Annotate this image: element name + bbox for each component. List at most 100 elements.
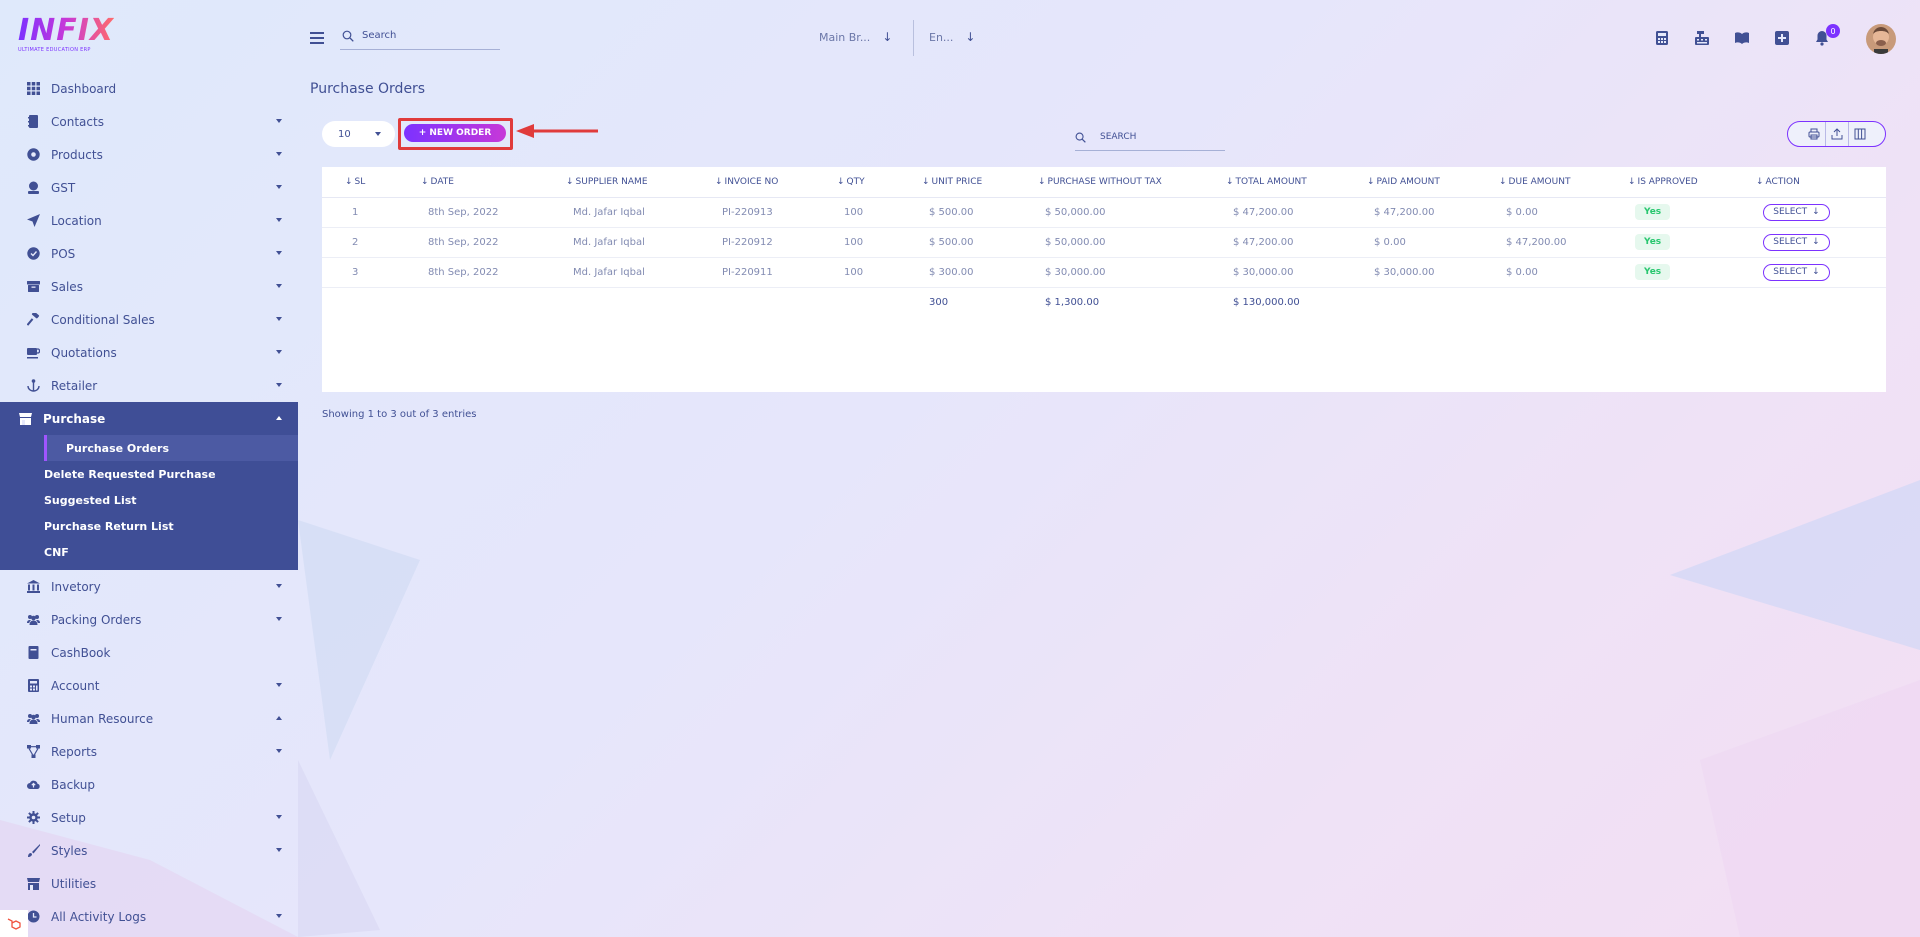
sidebar-item-account[interactable]: Account (0, 669, 298, 702)
sidebar-item-backup[interactable]: Backup (0, 768, 298, 801)
purchase-orders-table: ↓ SL ↓ DATE ↓ SUPPLIER NAME ↓ INVOICE NO ↓ QTY ↓ UN… (322, 167, 1886, 392)
sidebar-item-quotations[interactable]: Quotations (0, 336, 298, 369)
table-cell: $ 30,000.00 (1226, 257, 1367, 288)
sidebar-item-label: Human Resource (51, 711, 154, 726)
book-icon[interactable] (1732, 28, 1752, 48)
select-label: SELECT (1773, 237, 1808, 247)
sidebar-subitem-purchase-orders[interactable]: Purchase Orders (44, 435, 298, 461)
global-search-input[interactable] (362, 30, 482, 41)
sidebar-item-label: CashBook (51, 645, 111, 660)
page-size-select[interactable]: 10 (322, 121, 395, 147)
column-header-unit-price[interactable]: ↓ UNIT PRICE (922, 167, 1038, 198)
column-header-is-approved[interactable]: ↓ IS APPROVED (1628, 167, 1756, 198)
caret-down-icon (276, 152, 282, 156)
select-action-button[interactable]: SELECT ↓ (1763, 233, 1830, 251)
caret-down-icon (276, 914, 282, 918)
sidebar-item-contacts[interactable]: Contacts (0, 105, 298, 138)
language-select-value: En... (929, 30, 954, 44)
table-cell: 8th Sep, 2022 (421, 197, 566, 228)
cash-register-icon[interactable] (1692, 28, 1712, 48)
sidebar-item-location[interactable]: Location (0, 204, 298, 237)
sidebar-item-utilities[interactable]: Utilities (0, 867, 298, 900)
branch-select[interactable]: Main Br... ↓ (819, 30, 892, 44)
column-header-label: SL (354, 176, 366, 187)
sort-arrow-icon: ↓ (1226, 176, 1234, 187)
column-header-action[interactable]: ↓ ACTION (1756, 167, 1886, 198)
column-header-label: DUE AMOUNT (1508, 176, 1571, 187)
laravel-logo-icon[interactable] (0, 910, 28, 937)
table-cell: $ 0.00 (1499, 257, 1628, 288)
table-cell: $ 500.00 (922, 197, 1038, 228)
column-header-label: UNIT PRICE (931, 176, 983, 187)
sidebar-item-setup[interactable]: Setup (0, 801, 298, 834)
sidebar-item-label: Products (51, 147, 103, 162)
export-icon[interactable] (1825, 122, 1848, 146)
table-cell: SELECT ↓ (1756, 257, 1886, 288)
sidebar-item-label: Dashboard (51, 81, 117, 96)
select-action-button[interactable]: SELECT ↓ (1763, 203, 1830, 221)
grid-icon (25, 81, 41, 97)
table-cell: Yes (1628, 257, 1756, 288)
user-avatar[interactable] (1866, 24, 1896, 54)
new-order-button[interactable]: + NEW ORDER (404, 124, 506, 142)
bell-icon[interactable]: 0 (1812, 24, 1840, 48)
arrow-down-icon: ↓ (1812, 237, 1820, 247)
sidebar-subitem-suggested-list[interactable]: Suggested List (0, 487, 298, 513)
column-header-paid-amount[interactable]: ↓ PAID AMOUNT (1367, 167, 1499, 198)
sidebar-subitem-cnf[interactable]: CNF (0, 539, 298, 565)
column-header-invoice-no[interactable]: ↓ INVOICE NO (715, 167, 837, 198)
plus-square-icon[interactable] (1772, 28, 1792, 48)
sidebar-item-label: Contacts (51, 114, 104, 129)
column-header-supplier-name[interactable]: ↓ SUPPLIER NAME (566, 167, 715, 198)
select-action-button[interactable]: SELECT ↓ (1763, 263, 1830, 281)
header-divider (913, 20, 914, 56)
sidebar-item-cashbook[interactable]: CashBook (0, 636, 298, 669)
table-cell: 2 (322, 227, 421, 258)
sidebar-item-purchase[interactable]: Purchase (0, 402, 298, 435)
sidebar-item-packing-orders[interactable]: Packing Orders (0, 603, 298, 636)
sidebar-item-human-resource[interactable]: Human Resource (0, 702, 298, 735)
table-row[interactable]: 3 8th Sep, 2022 Md. Jafar Iqbal PI-220911 10… (322, 257, 1886, 288)
sidebar-item-label: GST (51, 180, 76, 195)
columns-icon[interactable] (1848, 122, 1871, 146)
column-header-qty[interactable]: ↓ QTY (837, 167, 922, 198)
arrow-down-icon: ↓ (965, 30, 976, 44)
table-search (1075, 124, 1225, 151)
sidebar-item-retailer[interactable]: Retailer (0, 369, 298, 402)
table-row[interactable]: 2 8th Sep, 2022 Md. Jafar Iqbal PI-220912 10… (322, 227, 1886, 258)
sidebar-item-styles[interactable]: Styles (0, 834, 298, 867)
sidebar-item-reports[interactable]: Reports (0, 735, 298, 768)
column-header-due-amount[interactable]: ↓ DUE AMOUNT (1499, 167, 1628, 198)
sidebar-item-gst[interactable]: GST (0, 171, 298, 204)
table-cell: $ 0.00 (1499, 197, 1628, 228)
print-icon[interactable] (1802, 122, 1825, 146)
brand-logo[interactable]: INFIX ULTIMATE EDUCATION ERP (18, 16, 114, 56)
sidebar-subitem-delete-requested-purchase[interactable]: Delete Requested Purchase (0, 461, 298, 487)
table-row[interactable]: 1 8th Sep, 2022 Md. Jafar Iqbal PI-220913 10… (322, 197, 1886, 228)
column-header-label: INVOICE NO (724, 176, 779, 187)
bank-icon (25, 579, 41, 595)
sidebar-subitem-purchase-return-list[interactable]: Purchase Return List (0, 513, 298, 539)
select-label: SELECT (1773, 267, 1808, 277)
sort-arrow-icon: ↓ (345, 176, 353, 187)
hamburger-menu-icon[interactable] (310, 32, 324, 44)
sort-arrow-icon: ↓ (1499, 176, 1507, 187)
table-search-input[interactable] (1100, 132, 1210, 142)
sidebar-item-invetory[interactable]: Invetory (0, 570, 298, 603)
sidebar-item-all-activity-logs[interactable]: All Activity Logs (0, 900, 298, 933)
sidebar-item-sales[interactable]: Sales (0, 270, 298, 303)
sort-arrow-icon: ↓ (1628, 176, 1636, 187)
column-header-date[interactable]: ↓ DATE (421, 167, 566, 198)
column-header-total-amount[interactable]: ↓ TOTAL AMOUNT (1226, 167, 1367, 198)
language-select[interactable]: En... ↓ (929, 30, 975, 44)
caret-down-icon (375, 132, 381, 136)
sidebar-item-pos[interactable]: POS (0, 237, 298, 270)
sidebar-item-conditional-sales[interactable]: Conditional Sales (0, 303, 298, 336)
column-header-sl[interactable]: ↓ SL (322, 167, 421, 198)
calculator-icon[interactable] (1652, 28, 1672, 48)
sidebar-item-products[interactable]: Products (0, 138, 298, 171)
annotation-arrow-icon (516, 124, 598, 138)
column-header-purchase-without-tax[interactable]: ↓ PURCHASE WITHOUT TAX (1038, 167, 1226, 198)
sidebar-item-dashboard[interactable]: Dashboard (0, 72, 298, 105)
table-cell: 8th Sep, 2022 (421, 227, 566, 258)
